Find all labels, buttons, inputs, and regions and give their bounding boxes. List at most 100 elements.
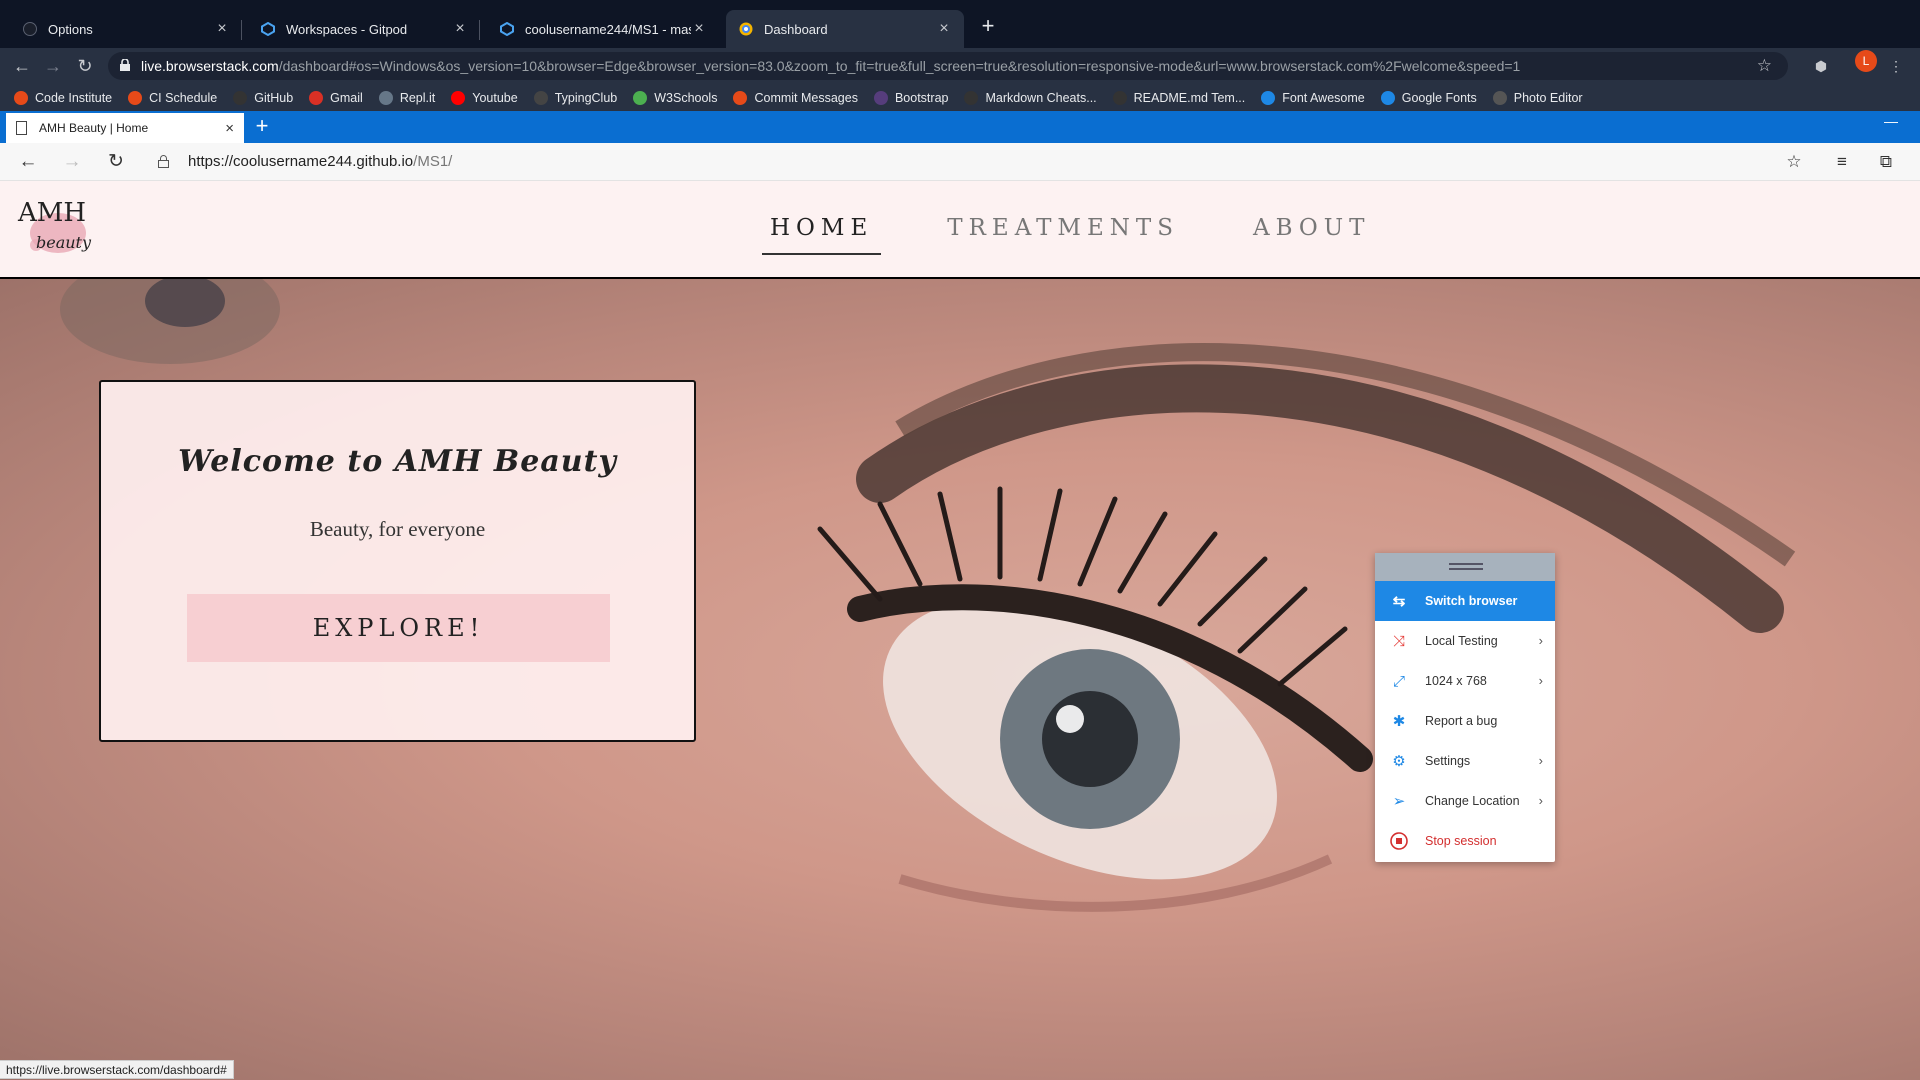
new-tab-icon[interactable]: + xyxy=(252,115,272,137)
nav-home[interactable]: HOME xyxy=(762,215,882,255)
explore-button[interactable]: EXPLORE! xyxy=(187,594,610,662)
outer-tab-options[interactable]: Options × xyxy=(10,10,242,48)
svg-text:AMH: AMH xyxy=(17,198,86,228)
nav-about[interactable]: ABOUT xyxy=(1245,215,1379,255)
close-tab-icon[interactable]: × xyxy=(225,120,234,137)
github-icon xyxy=(22,21,38,37)
outer-tab-title: coolusername244/MS1 - maste xyxy=(525,21,691,37)
nav-treatments[interactable]: TREATMENTS xyxy=(939,215,1187,255)
bookmark-label: README.md Tem... xyxy=(1133,90,1246,105)
favorite-star-icon[interactable]: ☆ xyxy=(1784,152,1804,172)
github-icon xyxy=(964,90,979,105)
bookmark-item[interactable]: Youtube xyxy=(451,90,518,105)
new-tab-icon[interactable]: + xyxy=(976,14,1000,38)
chevron-right-icon: › xyxy=(1538,673,1543,688)
bookmark-item[interactable]: Google Fonts xyxy=(1380,90,1477,105)
bookmark-item[interactable]: W3Schools xyxy=(633,90,718,105)
status-bar-link: https://live.browserstack.com/dashboard# xyxy=(0,1060,234,1079)
bookmark-item[interactable]: Font Awesome xyxy=(1261,90,1365,105)
reload-icon[interactable]: ↻ xyxy=(75,56,95,76)
close-tab-icon[interactable]: × xyxy=(452,20,468,38)
bookmark-label: Bootstrap xyxy=(894,90,949,105)
outer-tab-repo[interactable]: coolusername244/MS1 - maste × xyxy=(487,10,719,48)
bookmark-item[interactable]: Markdown Cheats... xyxy=(964,90,1097,105)
bookmark-item[interactable]: Commit Messages xyxy=(733,90,858,105)
font-awesome-icon xyxy=(1261,90,1276,105)
forward-icon[interactable]: → xyxy=(43,56,63,76)
edge-tab-title: AMH Beauty | Home xyxy=(39,121,149,135)
bookmark-label: W3Schools xyxy=(654,90,718,105)
outer-tab-title: Dashboard xyxy=(764,21,828,37)
close-tab-icon[interactable]: × xyxy=(214,20,230,38)
bookmark-label: Commit Messages xyxy=(754,90,858,105)
code-institute-icon xyxy=(14,90,28,105)
back-icon[interactable]: ← xyxy=(18,152,38,172)
bookmark-star-icon[interactable]: ☆ xyxy=(1757,56,1772,76)
drag-handle[interactable] xyxy=(1375,553,1555,581)
edge-tab-strip: AMH Beauty | Home × + — xyxy=(0,111,1920,143)
bookmark-item[interactable]: GitHub xyxy=(233,90,293,105)
change-location-button[interactable]: ➢ Change Location › xyxy=(1375,781,1555,821)
bookmark-item[interactable]: README.md Tem... xyxy=(1112,90,1246,105)
resolution-icon: ⤢ xyxy=(1392,672,1405,690)
local-testing-button[interactable]: ⤨ Local Testing › xyxy=(1375,621,1555,661)
welcome-card: Welcome to AMH Beauty Beauty, for everyo… xyxy=(99,380,696,742)
browserstack-toolbar: ⇆ Switch browser ⤨ Local Testing › ⤢ 102… xyxy=(1375,553,1555,862)
gmail-icon xyxy=(309,90,324,105)
bookmark-label: Code Institute xyxy=(35,90,113,105)
google-fonts-icon xyxy=(1380,90,1395,105)
menu-label: Settings xyxy=(1425,754,1471,768)
bookmark-item[interactable]: Photo Editor xyxy=(1492,90,1583,105)
gitpod-icon xyxy=(499,21,515,37)
address-url: live.browserstack.com/dashboard#os=Windo… xyxy=(141,58,1521,74)
replit-icon xyxy=(378,90,393,105)
edge-tab-home[interactable]: AMH Beauty | Home × xyxy=(6,113,244,143)
close-tab-icon[interactable]: × xyxy=(936,20,952,38)
stop-session-button[interactable]: Stop session xyxy=(1375,821,1555,861)
local-testing-icon: ⤨ xyxy=(1392,632,1405,650)
bookmark-item[interactable]: Repl.it xyxy=(378,90,436,105)
address-bar[interactable]: live.browserstack.com/dashboard#os=Windo… xyxy=(108,52,1788,80)
outer-tab-dashboard[interactable]: Dashboard × xyxy=(726,10,964,48)
chevron-right-icon: › xyxy=(1538,633,1543,648)
settings-button[interactable]: ⚙ Settings › xyxy=(1375,741,1555,781)
bookmark-label: CI Schedule xyxy=(149,90,218,105)
svg-text:beauty: beauty xyxy=(36,233,92,252)
refresh-icon[interactable]: ↻ xyxy=(106,152,126,172)
bookmark-item[interactable]: TypingClub xyxy=(533,90,617,105)
report-bug-button[interactable]: ✱ Report a bug xyxy=(1375,701,1555,741)
menu-label: Switch browser xyxy=(1425,594,1518,608)
welcome-subtitle: Beauty, for everyone xyxy=(309,517,486,541)
edge-address-url[interactable]: https://coolusername244.github.io/MS1/ xyxy=(188,153,452,170)
bookmark-item[interactable]: Bootstrap xyxy=(873,90,949,105)
menu-dots-icon[interactable]: ⋮ xyxy=(1886,56,1906,76)
github-icon xyxy=(233,90,248,105)
site-logo[interactable]: AMH beauty xyxy=(16,193,96,261)
outer-browser-chrome: Options × Workspaces - Gitpod × cooluser… xyxy=(0,0,1920,111)
edge-toolbar: ← → ↻ https://coolusername244.github.io/… xyxy=(0,143,1920,181)
switch-browser-button[interactable]: ⇆ Switch browser xyxy=(1375,581,1555,621)
profile-avatar[interactable]: L xyxy=(1855,50,1877,72)
browserstack-icon xyxy=(738,21,754,37)
bookmark-item[interactable]: Code Institute xyxy=(14,90,113,105)
extension-icon[interactable]: ⬢ xyxy=(1811,56,1831,76)
outer-tab-strip: Options × Workspaces - Gitpod × cooluser… xyxy=(0,0,1920,48)
bookmark-label: Repl.it xyxy=(399,90,436,105)
outer-toolbar: ← → ↻ live.browserstack.com/dashboard#os… xyxy=(0,48,1920,84)
bookmark-item[interactable]: Gmail xyxy=(309,90,363,105)
back-icon[interactable]: ← xyxy=(12,56,32,76)
w3schools-icon xyxy=(633,90,648,105)
bookmark-item[interactable]: CI Schedule xyxy=(128,90,218,105)
close-tab-icon[interactable]: × xyxy=(691,20,707,38)
stop-icon xyxy=(1389,831,1409,851)
forward-icon[interactable]: → xyxy=(62,152,82,172)
minimize-icon[interactable]: — xyxy=(1884,113,1898,129)
bookmark-label: Google Fonts xyxy=(1401,90,1477,105)
resolution-button[interactable]: ⤢ 1024 x 768 › xyxy=(1375,661,1555,701)
outer-tab-gitpod[interactable]: Workspaces - Gitpod × xyxy=(248,10,480,48)
collections-icon[interactable]: ⧉ xyxy=(1876,152,1896,172)
photo-editor-icon xyxy=(1492,90,1507,105)
github-icon xyxy=(1112,90,1127,105)
typingclub-icon xyxy=(533,90,548,105)
favorites-list-icon[interactable]: ≡ xyxy=(1832,152,1852,172)
